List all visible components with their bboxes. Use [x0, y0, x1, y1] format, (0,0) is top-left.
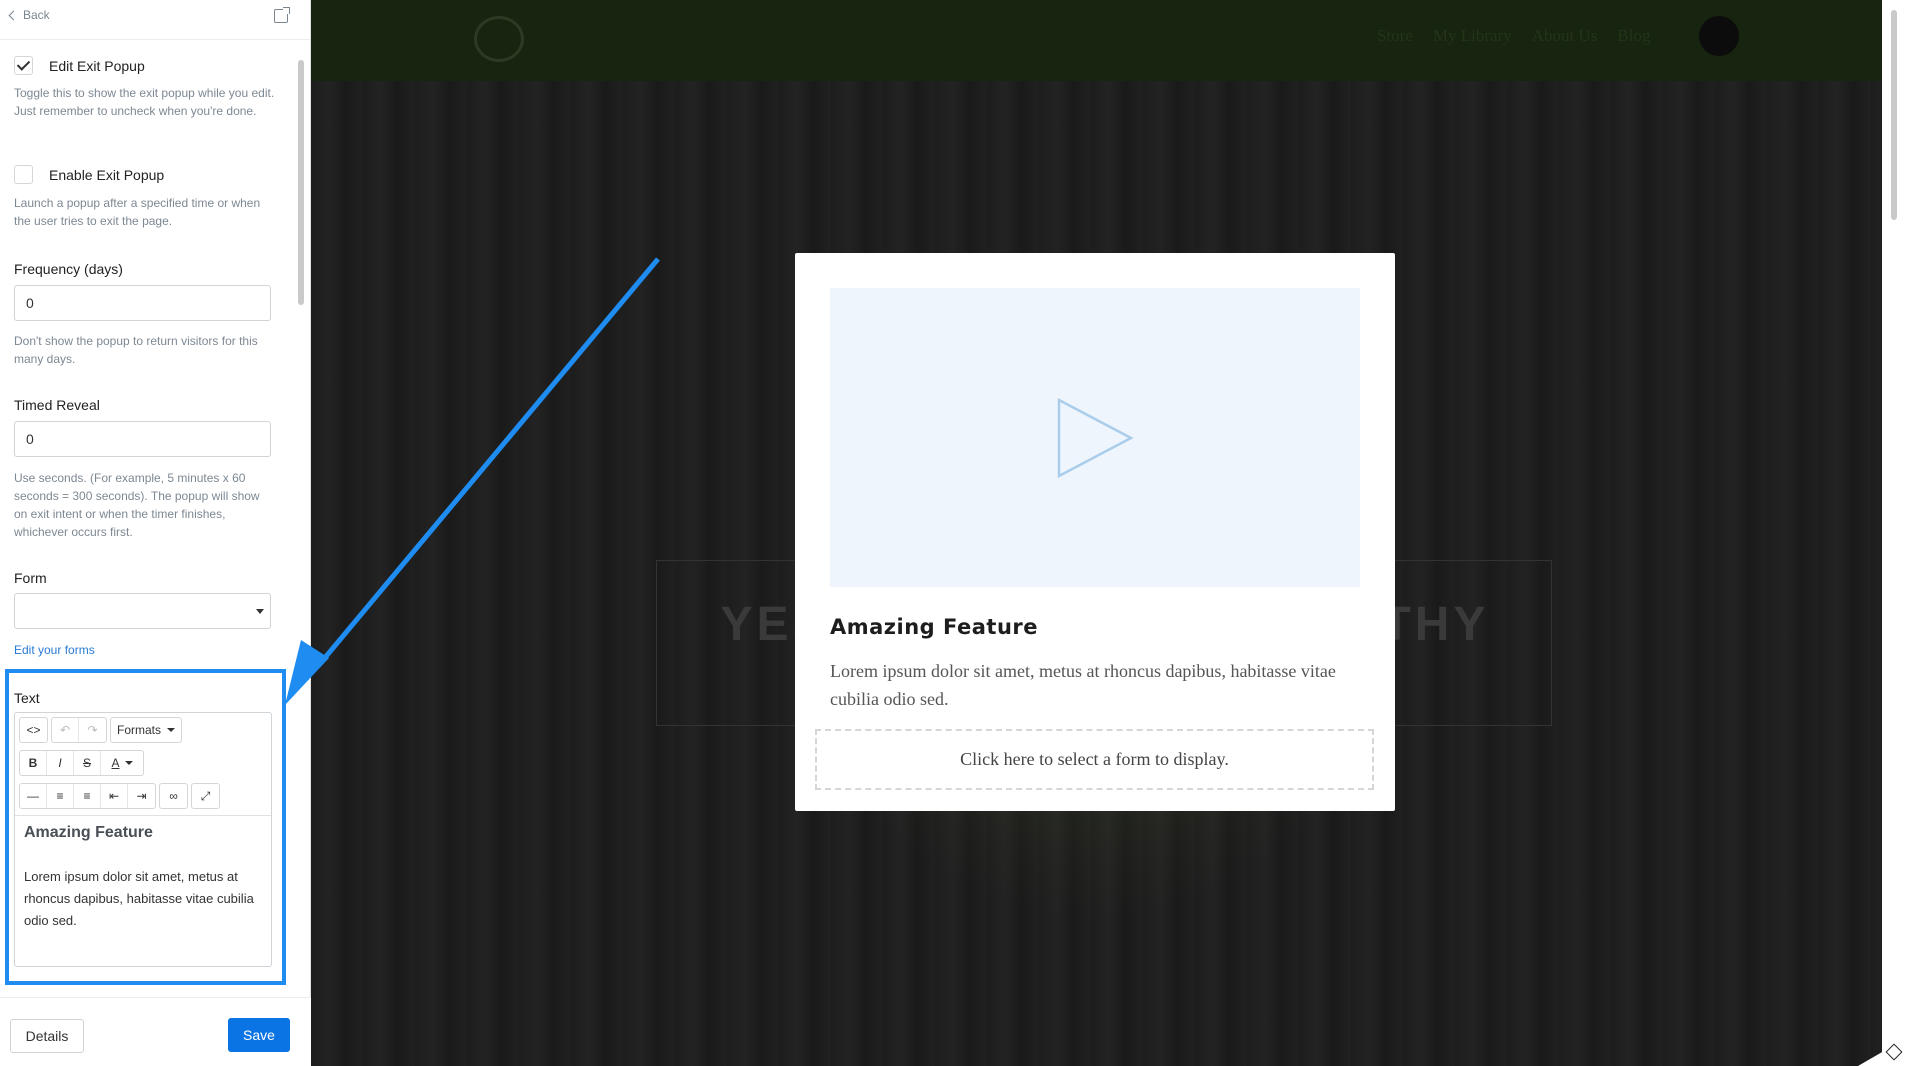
popup-title: Amazing Feature	[830, 615, 1039, 639]
site-nav-links: Store My Library About Us Blog	[1377, 26, 1650, 46]
form-label: Form	[14, 570, 47, 586]
save-button[interactable]: Save	[228, 1018, 290, 1052]
popup-form-placeholder[interactable]: Click here to select a form to display.	[815, 729, 1374, 790]
edit-exit-popup-help: Toggle this to show the exit popup while…	[14, 86, 275, 118]
nav-link-blog[interactable]: Blog	[1617, 26, 1650, 46]
site-logo[interactable]	[474, 16, 524, 62]
play-icon	[1057, 397, 1134, 478]
enable-exit-popup-row[interactable]: Enable Exit Popup	[14, 165, 164, 184]
page-scrollbar[interactable]	[1891, 10, 1897, 220]
timed-reveal-help: Use seconds. (For example, 5 minutes x 6…	[14, 471, 260, 539]
panel-scrollbar[interactable]	[298, 60, 304, 305]
frequency-label: Frequency (days)	[14, 261, 123, 277]
nav-link-about-us[interactable]: About Us	[1532, 26, 1598, 46]
exit-popup: Amazing Feature Lorem ipsum dolor sit am…	[795, 253, 1395, 811]
edit-exit-popup-label: Edit Exit Popup	[49, 57, 145, 74]
panel-header: Back	[0, 0, 310, 40]
nav-link-store[interactable]: Store	[1377, 26, 1413, 46]
site-navbar: Store My Library About Us Blog	[311, 0, 1882, 81]
back-label: Back	[23, 8, 50, 22]
caret-down-icon	[256, 609, 264, 614]
video-placeholder[interactable]	[830, 288, 1360, 587]
panel-footer: Details Save	[0, 997, 311, 1066]
details-button[interactable]: Details	[10, 1019, 84, 1053]
editor-panel: Back Edit Exit Popup Toggle this to show…	[0, 0, 311, 1066]
edit-exit-popup-checkbox[interactable]	[14, 56, 33, 75]
form-select[interactable]	[14, 593, 271, 629]
timed-reveal-label: Timed Reveal	[14, 397, 100, 413]
frequency-help: Don't show the popup to return visitors …	[14, 334, 258, 366]
chevron-left-icon	[8, 10, 19, 20]
enable-exit-popup-label: Enable Exit Popup	[49, 166, 165, 183]
popup-body: Lorem ipsum dolor sit amet, metus at rho…	[830, 661, 1336, 709]
edit-exit-popup-row[interactable]: Edit Exit Popup	[14, 56, 145, 75]
avatar[interactable]	[1699, 16, 1739, 56]
text-section-highlight	[5, 669, 286, 985]
enable-exit-popup-help: Launch a popup after a specified time or…	[14, 196, 261, 228]
timed-reveal-input[interactable]: 0	[14, 421, 271, 457]
page-preview: Store My Library About Us Blog YES I WAN…	[311, 0, 1882, 1066]
edit-forms-link[interactable]: Edit your forms	[14, 643, 95, 657]
back-link[interactable]: Back	[8, 8, 50, 22]
enable-exit-popup-checkbox[interactable]	[14, 165, 33, 184]
frequency-input[interactable]: 0	[14, 285, 271, 321]
external-link-icon[interactable]	[274, 7, 290, 23]
page-scroll-rail	[1882, 0, 1910, 1066]
nav-link-my-library[interactable]: My Library	[1433, 26, 1512, 46]
